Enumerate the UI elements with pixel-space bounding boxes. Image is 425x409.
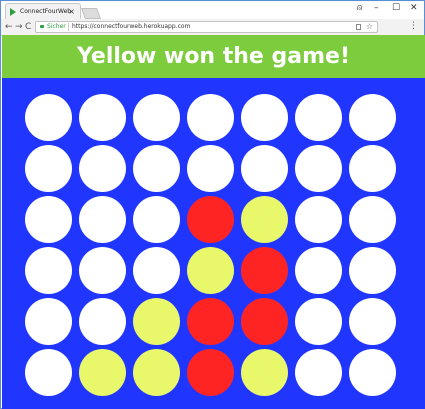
empty-slot[interactable]: [295, 298, 342, 345]
minimize-button[interactable]: –: [374, 2, 379, 14]
yellow-disc[interactable]: [133, 298, 180, 345]
close-window-button[interactable]: ✕: [410, 2, 418, 14]
empty-slot[interactable]: [295, 94, 342, 141]
new-tab-button[interactable]: [80, 8, 102, 19]
red-disc[interactable]: [241, 247, 288, 294]
empty-slot[interactable]: [79, 298, 126, 345]
empty-slot[interactable]: [349, 145, 396, 192]
red-disc[interactable]: [187, 349, 234, 396]
empty-slot[interactable]: [133, 145, 180, 192]
browser-tab[interactable]: ConnectFourWeb ×: [5, 3, 81, 19]
yellow-disc[interactable]: [187, 247, 234, 294]
security-label: Sicher: [47, 23, 66, 30]
empty-slot[interactable]: [241, 145, 288, 192]
empty-slot[interactable]: [295, 349, 342, 396]
yellow-disc[interactable]: [241, 196, 288, 243]
tab-title: ConnectFourWeb: [20, 8, 72, 15]
url-text[interactable]: https://connectfourweb.herokuapp.com: [72, 22, 190, 32]
yellow-disc[interactable]: [133, 349, 180, 396]
tab-close-icon[interactable]: ×: [68, 4, 75, 19]
menu-icon[interactable]: ⋮: [409, 21, 418, 31]
lock-icon: [40, 25, 44, 28]
empty-slot[interactable]: [295, 247, 342, 294]
empty-slot[interactable]: [25, 145, 72, 192]
red-disc[interactable]: [241, 298, 288, 345]
game-status-banner: Yellow won the game!: [2, 35, 425, 78]
empty-slot[interactable]: [133, 196, 180, 243]
maximize-button[interactable]: ☐: [392, 2, 400, 14]
empty-slot[interactable]: [295, 196, 342, 243]
address-divider: [68, 23, 69, 31]
empty-slot[interactable]: [349, 298, 396, 345]
red-disc[interactable]: [187, 298, 234, 345]
game-board[interactable]: [2, 78, 425, 409]
yellow-disc[interactable]: [79, 349, 126, 396]
yellow-disc[interactable]: [241, 349, 288, 396]
empty-slot[interactable]: [187, 94, 234, 141]
browser-toolbar: ← → C Sicher https://connectfourweb.hero…: [1, 19, 424, 36]
empty-slot[interactable]: [25, 247, 72, 294]
empty-slot[interactable]: [79, 247, 126, 294]
browser-window: ConnectFourWeb × ⍝ – ☐ ✕ ← → C Sicher ht…: [0, 0, 425, 409]
empty-slot[interactable]: [295, 145, 342, 192]
empty-slot[interactable]: [25, 94, 72, 141]
tab-strip: ConnectFourWeb × ⍝ – ☐ ✕: [1, 1, 424, 19]
empty-slot[interactable]: [349, 196, 396, 243]
empty-slot[interactable]: [25, 196, 72, 243]
bookmark-star-icon[interactable]: ☆: [366, 22, 373, 32]
empty-slot[interactable]: [133, 94, 180, 141]
empty-slot[interactable]: [79, 196, 126, 243]
empty-slot[interactable]: [79, 145, 126, 192]
empty-slot[interactable]: [349, 349, 396, 396]
empty-slot[interactable]: [25, 349, 72, 396]
empty-slot[interactable]: [349, 247, 396, 294]
back-button[interactable]: ←: [5, 21, 13, 33]
status-message: Yellow won the game!: [76, 44, 350, 69]
reload-button[interactable]: C: [25, 21, 31, 33]
address-bar[interactable]: Sicher https://connectfourweb.herokuapp.…: [35, 21, 378, 33]
play-favicon-icon: [10, 8, 16, 16]
empty-slot[interactable]: [241, 94, 288, 141]
empty-slot[interactable]: [25, 298, 72, 345]
profile-icon[interactable]: ⍝: [357, 2, 362, 14]
page-info-icon[interactable]: [356, 24, 361, 30]
empty-slot[interactable]: [187, 145, 234, 192]
empty-slot[interactable]: [79, 94, 126, 141]
empty-slot[interactable]: [133, 247, 180, 294]
red-disc[interactable]: [187, 196, 234, 243]
forward-button[interactable]: →: [15, 21, 23, 33]
empty-slot[interactable]: [349, 94, 396, 141]
